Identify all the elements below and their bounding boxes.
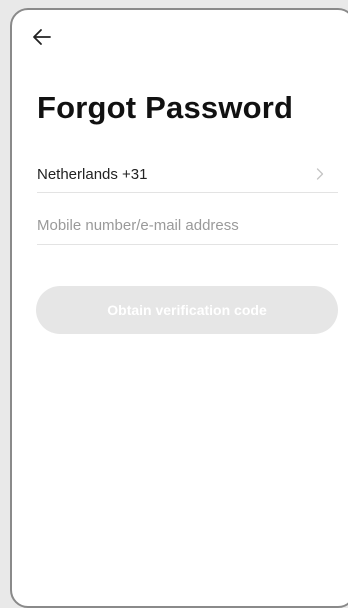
app-screen: Forgot Password Netherlands +31 Obtain v… xyxy=(10,8,348,608)
account-field-row xyxy=(37,207,338,245)
country-selector[interactable]: Netherlands +31 xyxy=(37,155,338,193)
back-button[interactable] xyxy=(32,28,52,46)
page-title: Forgot Password xyxy=(37,90,294,125)
account-input[interactable] xyxy=(37,213,327,237)
country-label: Netherlands +31 xyxy=(37,166,148,183)
chevron-right-icon xyxy=(316,168,324,180)
arrow-left-icon xyxy=(33,29,51,45)
obtain-verification-code-button[interactable]: Obtain verification code xyxy=(36,286,338,334)
